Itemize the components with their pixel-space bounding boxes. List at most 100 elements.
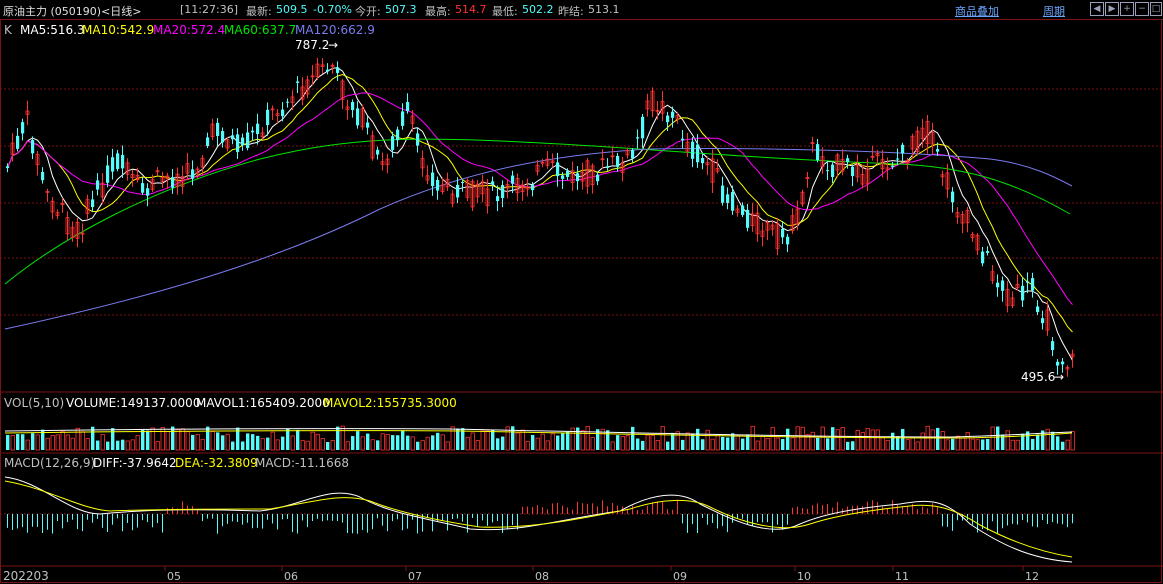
macd-label: MACD(12,26,9) [4, 456, 95, 470]
candle-body [936, 149, 940, 152]
volume-bar [701, 439, 705, 450]
candle-body [741, 205, 745, 215]
volume-bar [436, 432, 440, 450]
volume-bar [606, 430, 610, 450]
candle-body [366, 122, 370, 128]
zoom-in-icon[interactable]: + [1120, 2, 1134, 16]
volume-bar [760, 436, 765, 451]
low-price: 502.2 [522, 3, 554, 16]
candle-body [566, 170, 570, 177]
volume-bar [286, 428, 290, 450]
volume-bar [590, 437, 595, 451]
quote-time: [11:27:36] [180, 3, 238, 16]
candle-body [266, 109, 270, 126]
kline-chart[interactable]: K MA5:516.3 MA10:542.9 MA20:572.4 MA60:6… [0, 19, 1163, 584]
volume-bar [391, 435, 395, 450]
volume-bar [885, 440, 890, 451]
candle-body [531, 184, 535, 191]
dea-line [4, 480, 1073, 558]
volume-bar [16, 434, 20, 450]
overlay-commodity-link[interactable]: 商品叠加 [955, 3, 999, 19]
volume-bar [305, 440, 310, 451]
volume-bar [75, 427, 80, 451]
volume-bar [645, 434, 650, 451]
volume-bar [65, 434, 70, 451]
volume-bar [31, 433, 35, 450]
volume-bar [80, 431, 85, 451]
volume-bar [326, 441, 330, 450]
volume-bar [735, 435, 740, 451]
candle-body [1001, 280, 1005, 291]
zoom-out-icon[interactable]: − [1135, 2, 1149, 16]
volume-bar [691, 433, 695, 450]
dea-value: DEA:-32.3809 [175, 456, 258, 470]
candle-body [496, 196, 500, 202]
candle-body [726, 194, 730, 203]
window-icon[interactable]: □ [1150, 2, 1162, 16]
volume-bar [550, 433, 555, 451]
candle-body [231, 135, 235, 140]
ma60-label: MA60:637.7 [224, 23, 296, 37]
x-tick-label: 12 [1025, 570, 1039, 583]
scroll-right-icon[interactable]: ▶ [1105, 2, 1119, 16]
volume-bar [765, 438, 770, 451]
last-label: 最新: [246, 5, 272, 18]
candle-body [396, 129, 400, 141]
volume-bar [875, 429, 880, 451]
period-link[interactable]: 周期 [1043, 3, 1065, 19]
volume-bar [556, 435, 560, 450]
low-marker-arrow: → [1054, 370, 1064, 384]
volume-bar [981, 439, 985, 450]
candle-body [691, 141, 695, 159]
low-marker: 495.6 [1021, 370, 1055, 384]
volume-bar [610, 441, 615, 451]
high-marker-arrow: → [328, 38, 338, 52]
candle-body [671, 111, 675, 118]
ma20-label: MA20:572.4 [153, 23, 225, 37]
volume-bar [655, 440, 660, 451]
volume-bar [330, 440, 335, 451]
candle-body [336, 67, 340, 73]
candle-body [731, 192, 735, 211]
candle-body [951, 191, 955, 203]
open-price: 507.3 [385, 3, 417, 16]
candle-body [666, 115, 670, 123]
volume-bar [951, 438, 955, 450]
volume-bar [320, 438, 325, 451]
volume-bar [576, 427, 580, 450]
symbol-title: 原油主力 (050190)<日线> [3, 5, 142, 18]
volume-bar [200, 438, 205, 451]
volume-bar [705, 429, 710, 451]
volume-bar [475, 440, 480, 451]
candle-body [631, 150, 635, 159]
volume-bar [585, 425, 590, 451]
volume-bar [336, 426, 340, 450]
volume-bar [100, 434, 105, 451]
volume-bar [275, 439, 280, 451]
candle-body [256, 123, 260, 135]
volume-bar [6, 434, 10, 450]
scroll-left-icon[interactable]: ◀ [1090, 2, 1104, 16]
moving-average-lines [4, 67, 1073, 361]
candle-body [596, 174, 600, 182]
ma10-label: MA10:542.9 [82, 23, 154, 37]
volume-bar [340, 425, 345, 451]
candlestick-series [6, 57, 1075, 377]
volume-bar [820, 426, 825, 451]
volume-bar [351, 436, 355, 450]
volume-bar [840, 427, 845, 451]
ma120-label: MA120:662.9 [295, 23, 375, 37]
volume-bar [501, 436, 505, 450]
volume-bar [130, 439, 135, 451]
candle-body [996, 282, 1000, 288]
volume-bar [671, 432, 675, 450]
volume-bar [625, 435, 630, 451]
volume-bar [851, 441, 855, 450]
x-tick-label: 09 [673, 570, 687, 583]
volume-bar [920, 432, 925, 451]
volume-bar [1036, 434, 1040, 450]
volume-bar [70, 437, 75, 451]
volume-bar [715, 434, 720, 451]
mavol1-value: MAVOL1:165409.2000 [196, 396, 330, 410]
ma5-label: MA5:516.3 [20, 23, 85, 37]
